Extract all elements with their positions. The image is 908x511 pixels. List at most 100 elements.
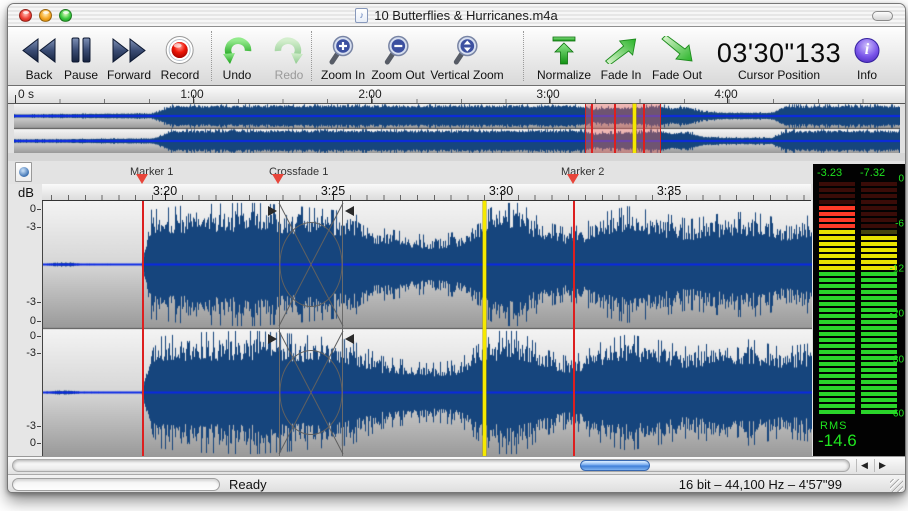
marker-crossfade-1[interactable]: Crossfade 1 xyxy=(269,162,328,180)
close-button[interactable] xyxy=(19,9,32,22)
overview-ruler-label: 0 s xyxy=(18,87,34,101)
progress-bar xyxy=(12,478,220,491)
db-label: 0 xyxy=(30,330,36,342)
record-button[interactable]: Record xyxy=(161,29,200,85)
overview-waveform-canvas[interactable] xyxy=(14,104,900,153)
marker-triangle-icon[interactable] xyxy=(136,174,148,184)
normalize-icon xyxy=(550,32,578,68)
peak-value-right: -7.32 xyxy=(860,167,885,179)
selection-boundary-line[interactable] xyxy=(142,201,144,456)
fade-out-button[interactable]: Fade Out xyxy=(652,29,702,85)
marker-1[interactable]: Marker 1 xyxy=(130,162,173,180)
cursor-position-value: 03'30"133 xyxy=(717,38,841,68)
record-icon xyxy=(165,32,195,68)
vertical-zoom-button[interactable]: Vertical Zoom xyxy=(430,29,503,85)
status-bar: Ready 16 bit – 44,100 Hz – 4'57"99 xyxy=(8,474,905,493)
main-waveform-canvas[interactable] xyxy=(43,201,812,456)
db-unit-label: dB xyxy=(18,185,34,200)
playback-cursor-line[interactable] xyxy=(483,201,486,456)
toolbar-separator xyxy=(311,31,312,81)
rms-value: -14.6 xyxy=(818,431,857,451)
meter-scale-label: -30 xyxy=(890,355,904,366)
pause-button[interactable]: Pause xyxy=(64,29,98,85)
record-label: Record xyxy=(161,68,200,85)
db-label: 0 xyxy=(30,315,36,327)
info-button[interactable]: i Info xyxy=(855,29,880,85)
db-label: 0 xyxy=(30,203,36,215)
scrollbar-track[interactable] xyxy=(12,459,850,472)
zoom-out-button[interactable]: Zoom Out xyxy=(371,29,424,85)
overview-marker-line xyxy=(614,104,616,153)
cursor-position-label: Cursor Position xyxy=(738,68,820,85)
level-meter-right xyxy=(861,182,897,416)
document-music-icon: ♪ xyxy=(355,8,368,23)
peak-value-left: -3.23 xyxy=(817,167,842,179)
crossfade-overlay-ch2[interactable] xyxy=(279,329,343,456)
overview-ruler-label: 2:00 xyxy=(358,87,381,101)
fade-out-label: Fade Out xyxy=(652,68,702,85)
main-time-ruler[interactable]: 3:20 3:25 3:30 3:35 xyxy=(41,184,811,201)
toolbar-separator xyxy=(211,31,212,81)
overview-visible-selection[interactable] xyxy=(585,104,661,153)
overview-ruler-label: 4:00 xyxy=(714,87,737,101)
fade-in-label: Fade In xyxy=(601,68,642,85)
overview-marker-line xyxy=(591,104,593,153)
cursor-position-display: 03'30"133 Cursor Position xyxy=(717,29,841,85)
marker-2[interactable]: Marker 2 xyxy=(561,162,604,180)
db-label: -3 xyxy=(26,221,36,233)
zoom-in-icon xyxy=(328,32,358,68)
overview-cursor-line xyxy=(633,104,636,153)
scrollbar-thumb[interactable] xyxy=(580,460,650,471)
overview-ruler-minor-ticks xyxy=(15,99,901,103)
status-text: Ready xyxy=(229,477,267,492)
db-label: -3 xyxy=(26,296,36,308)
toolbar-toggle-button[interactable] xyxy=(872,11,893,21)
waveform-editor[interactable] xyxy=(42,201,811,456)
undo-label: Undo xyxy=(223,68,252,85)
overview-strip[interactable] xyxy=(8,104,905,153)
redo-arrow-icon xyxy=(272,32,306,68)
overview-ruler[interactable]: 0 s 1:00 2:00 3:00 4:00 xyxy=(8,86,905,104)
fade-in-button[interactable]: Fade In xyxy=(601,29,642,85)
level-meter-left xyxy=(819,182,855,416)
marker-strip[interactable]: Marker 1 Crossfade 1 Marker 2 xyxy=(8,161,905,184)
meter-scale-label: -60 xyxy=(890,409,904,420)
info-label: Info xyxy=(857,68,877,85)
pause-icon xyxy=(69,32,93,68)
scroll-left-arrow-icon[interactable]: ◀ xyxy=(856,459,872,472)
document-proxy-icon[interactable] xyxy=(15,162,32,182)
app-window: ♪ 10 Butterflies & Hurricanes.m4a Back P… xyxy=(7,3,906,493)
resize-grip[interactable] xyxy=(890,479,903,492)
fast-forward-icon xyxy=(112,32,146,68)
normalize-label: Normalize xyxy=(537,68,591,85)
normalize-button[interactable]: Normalize xyxy=(537,29,591,85)
meter-scale-label: -6 xyxy=(895,219,904,230)
zoom-in-button[interactable]: Zoom In xyxy=(321,29,365,85)
minimize-button[interactable] xyxy=(39,9,52,22)
undo-button[interactable]: Undo xyxy=(220,29,254,85)
selection-boundary-line[interactable] xyxy=(573,201,575,456)
marker-triangle-icon[interactable] xyxy=(272,174,284,184)
zoom-window-button[interactable] xyxy=(59,9,72,22)
redo-label: Redo xyxy=(275,68,304,85)
marker-triangle-icon[interactable] xyxy=(567,174,579,184)
forward-button[interactable]: Forward xyxy=(107,29,151,85)
window-controls xyxy=(19,9,72,22)
scroll-right-arrow-icon[interactable]: ▶ xyxy=(874,459,890,472)
back-button[interactable]: Back xyxy=(22,29,56,85)
fade-out-icon xyxy=(660,32,694,68)
zoom-in-label: Zoom In xyxy=(321,68,365,85)
splitter xyxy=(8,153,905,161)
back-label: Back xyxy=(26,68,53,85)
window-title: 10 Butterflies & Hurricanes.m4a xyxy=(374,8,558,23)
info-icon: i xyxy=(855,32,880,68)
overview-marker-line xyxy=(643,104,645,153)
crossfade-overlay-ch1[interactable] xyxy=(279,201,343,328)
horizontal-scrollbar[interactable]: ◀ ▶ xyxy=(8,456,905,474)
vertical-zoom-icon xyxy=(452,32,482,68)
meter-scale-label: -20 xyxy=(890,309,904,320)
undo-arrow-icon xyxy=(220,32,254,68)
titlebar[interactable]: ♪ 10 Butterflies & Hurricanes.m4a xyxy=(8,4,905,27)
meter-scale-label: 0 xyxy=(898,174,904,185)
redo-button[interactable]: Redo xyxy=(272,29,306,85)
